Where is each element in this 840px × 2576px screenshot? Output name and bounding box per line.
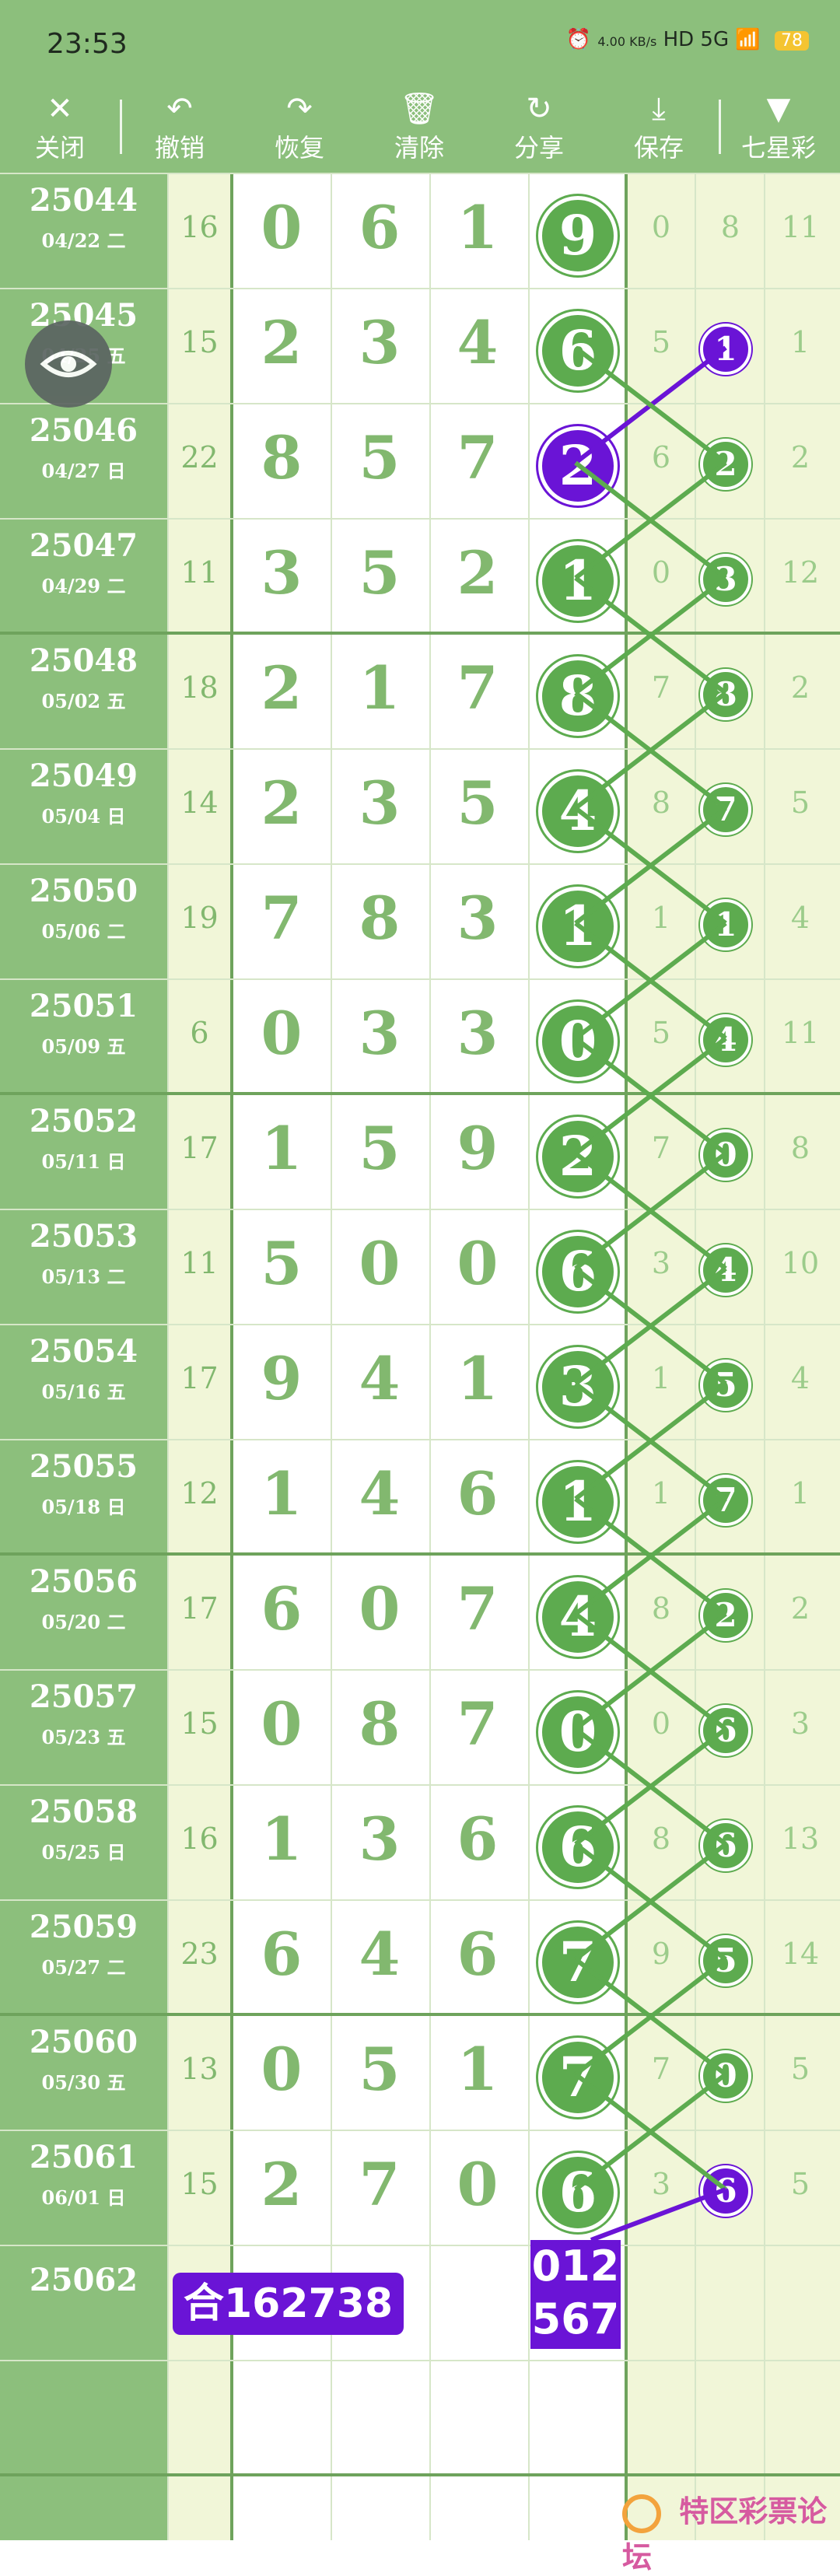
toolbar-label: 七星彩	[740, 133, 816, 163]
redo-icon: ↷	[286, 91, 313, 127]
forum-logo: 特区彩票论坛	[622, 2487, 840, 2574]
battery-icon: 78	[775, 31, 809, 51]
toolbar-redo-button[interactable]: ↷ 恢复	[249, 86, 350, 173]
sum-tag: 合162738	[173, 2273, 404, 2335]
eye-icon	[40, 351, 97, 377]
undo-icon: ↶	[166, 91, 193, 127]
toolbar-label: 分享	[513, 133, 564, 163]
top-bar: 23:53 ⏰ 4.00 KB/s HD 5G 📶 78 ✕ 关闭 ↶ 撤销 ↷ 恢复 🗑 清…	[0, 0, 840, 173]
status-icons: ⏰ 4.00 KB/s HD 5G 📶 78	[566, 28, 809, 51]
wifi-icon: 📶	[735, 28, 761, 51]
toolbar-undo-button[interactable]: ↶ 撤销	[129, 86, 230, 173]
toolbar-label: 关闭	[34, 133, 85, 163]
status-bar: 23:53 ⏰ 4.00 KB/s HD 5G 📶 78	[0, 0, 840, 86]
trend-lines	[574, 345, 727, 2242]
toolbar-separator	[719, 100, 721, 154]
net-speed: 4.00 KB/s	[597, 34, 657, 49]
toolbar-download-button[interactable]: ⤓ 保存	[608, 86, 709, 173]
status-time: 23:53	[47, 28, 128, 60]
toolbar-label: 恢复	[274, 133, 324, 163]
toolbar-share-button[interactable]: ↻ 分享	[488, 86, 590, 173]
toolbar-separator	[120, 100, 122, 154]
dropdown-triangle-icon: ▼	[766, 91, 791, 127]
toolbar-label: 清除	[394, 133, 444, 163]
pick-tag: 012 567	[530, 2240, 621, 2349]
toolbar-dropdown-triangle-button[interactable]: ▼ 七星彩	[728, 86, 829, 173]
toolbar-trash-button[interactable]: 🗑 清除	[369, 86, 470, 173]
toolbar-label: 保存	[633, 133, 684, 163]
alarm-icon: ⏰	[565, 28, 592, 51]
toolbar: ✕ 关闭 ↶ 撤销 ↷ 恢复 🗑 清除 ↻ 分享 ⤓ 保存 ▼ 七星彩	[0, 86, 840, 173]
pick-tag-line2: 567	[531, 2294, 620, 2343]
trash-icon: 🗑	[399, 91, 439, 127]
toolbar-close-button[interactable]: ✕ 关闭	[9, 86, 110, 173]
next-period: 25062	[29, 2262, 138, 2298]
network-icons: HD 5G	[663, 28, 730, 51]
pick-tag-line1: 012	[531, 2242, 620, 2291]
share-icon: ↻	[526, 91, 552, 127]
eye-toggle-button[interactable]	[25, 320, 112, 408]
download-icon: ⤓	[652, 91, 666, 127]
logo-mark-icon	[622, 2494, 661, 2533]
toolbar-label: 撤销	[154, 133, 205, 163]
trend-line	[590, 2187, 727, 2242]
close-icon: ✕	[47, 91, 73, 127]
